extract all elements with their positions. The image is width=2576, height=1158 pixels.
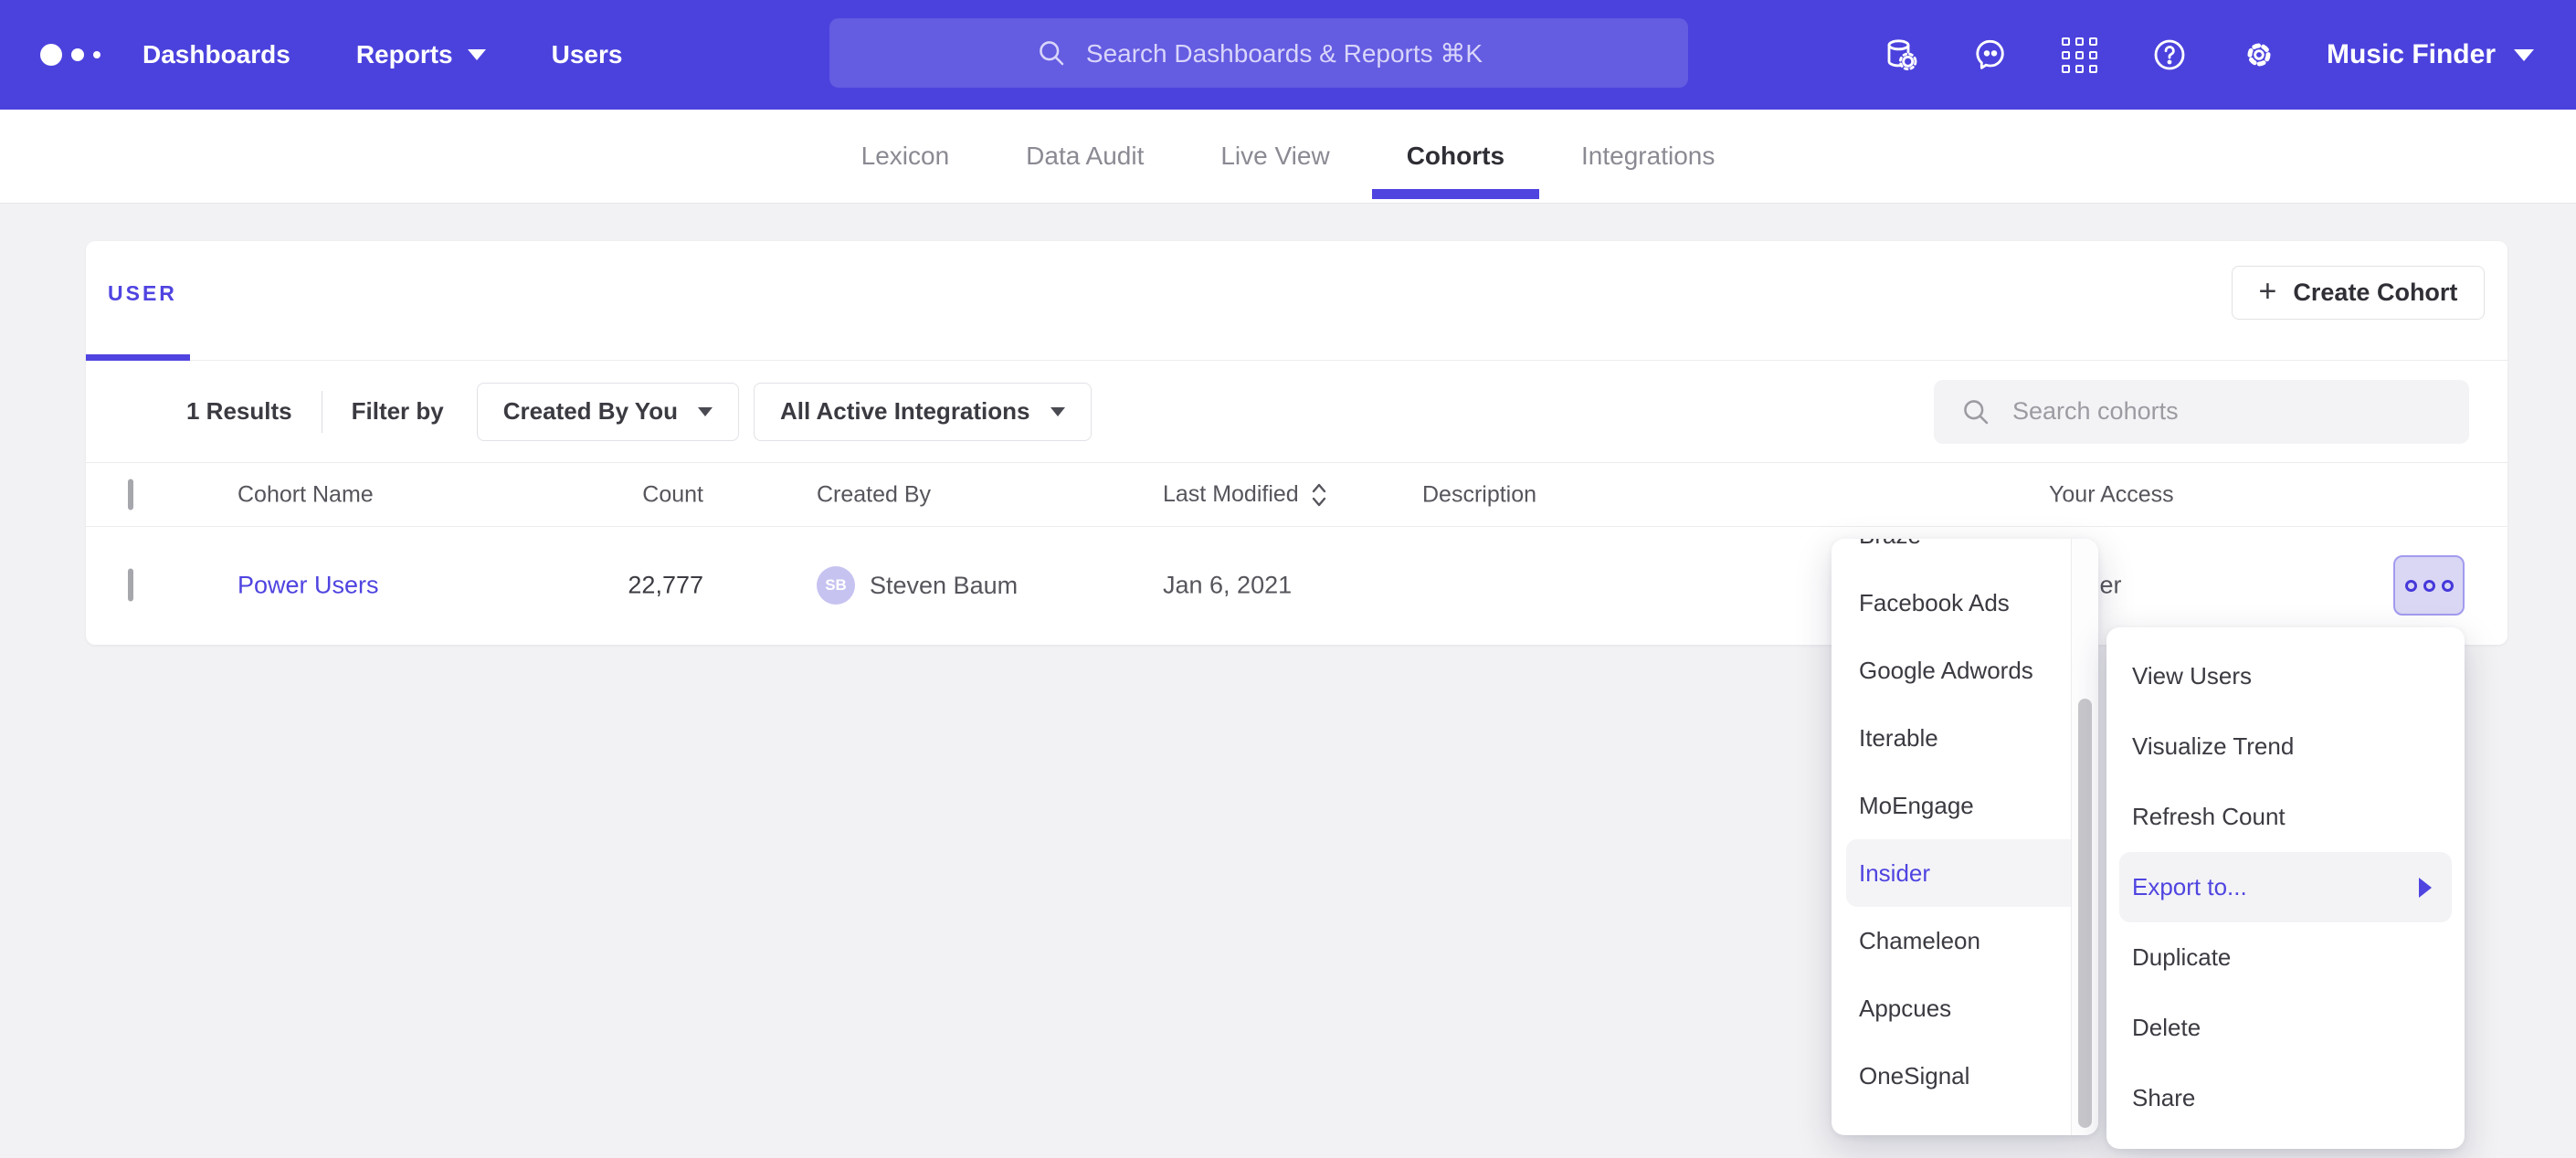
nav-item-label: Users xyxy=(552,40,623,69)
create-cohort-button[interactable]: + Create Cohort xyxy=(2232,266,2485,320)
cohort-count: 22,777 xyxy=(451,572,703,600)
column-header-label: Last Modified xyxy=(1163,481,1299,508)
submenu-scrollbar-track[interactable] xyxy=(2071,539,2098,1135)
table-header-row: Cohort Name Count Created By Last Modifi… xyxy=(86,463,2507,527)
tab-live-view[interactable]: Live View xyxy=(1184,110,1366,203)
nav-item-label: Dashboards xyxy=(143,40,290,69)
last-modified-value: Jan 6, 2021 xyxy=(1163,572,1292,600)
active-tab-underline xyxy=(1372,189,1539,199)
project-name: Music Finder xyxy=(2327,39,2496,70)
menu-item-duplicate[interactable]: Duplicate xyxy=(2106,922,2465,993)
apps-grid-icon[interactable] xyxy=(2058,33,2102,77)
tab-data-audit[interactable]: Data Audit xyxy=(989,110,1180,203)
cohorts-card: USER + Create Cohort 1 Results Filter by… xyxy=(86,241,2507,645)
submenu-item-facebook-ads[interactable]: Facebook Ads xyxy=(1832,569,2098,637)
tab-label: Cohorts xyxy=(1407,142,1504,171)
more-options-button[interactable] xyxy=(2393,555,2465,616)
nav-item-reports[interactable]: Reports xyxy=(356,40,486,69)
dropdown-label: All Active Integrations xyxy=(780,397,1030,426)
tab-label: Data Audit xyxy=(1026,142,1144,171)
chevron-down-icon xyxy=(698,407,713,416)
created-by-cell: SB Steven Baum xyxy=(817,566,1018,605)
chevron-down-icon xyxy=(468,49,486,60)
user-type-tab-label: USER xyxy=(108,281,177,305)
tab-label: Live View xyxy=(1220,142,1329,171)
submenu-scrollbar-thumb[interactable] xyxy=(2078,699,2092,1128)
search-icon xyxy=(1035,37,1068,69)
plus-icon: + xyxy=(2259,276,2277,307)
submenu-item-braze[interactable]: Braze xyxy=(1832,539,2098,569)
column-header-created-by[interactable]: Created By xyxy=(817,481,931,508)
tab-label: Lexicon xyxy=(861,142,950,171)
menu-item-export-to[interactable]: Export to... xyxy=(2119,852,2452,922)
submenu-item-appcues[interactable]: Appcues xyxy=(1832,974,2098,1042)
column-header-your-access[interactable]: Your Access xyxy=(2049,481,2174,508)
tab-cohorts[interactable]: Cohorts xyxy=(1370,110,1541,203)
sort-icon[interactable] xyxy=(1310,480,1328,510)
user-type-tab[interactable]: USER xyxy=(108,281,177,306)
menu-item-label: Export to... xyxy=(2132,873,2247,901)
dropdown-label: Created By You xyxy=(503,397,678,426)
tab-lexicon[interactable]: Lexicon xyxy=(825,110,987,203)
navbar-right: Music Finder xyxy=(1879,0,2576,110)
main-nav: Dashboards Reports Users xyxy=(143,40,622,69)
menu-item-visualize-trend[interactable]: Visualize Trend xyxy=(2106,711,2465,782)
filter-row: 1 Results Filter by Created By You All A… xyxy=(86,361,2507,463)
tab-integrations[interactable]: Integrations xyxy=(1545,110,1751,203)
ellipsis-icon xyxy=(2405,580,2417,592)
submenu-item-moengage[interactable]: MoEngage xyxy=(1832,772,2098,839)
nav-item-users[interactable]: Users xyxy=(552,40,623,69)
submenu-item-chameleon[interactable]: Chameleon xyxy=(1832,907,2098,974)
submenu-item-iterable[interactable]: Iterable xyxy=(1832,704,2098,772)
nav-item-dashboards[interactable]: Dashboards xyxy=(143,40,290,69)
row-checkbox[interactable] xyxy=(128,569,133,602)
cohorts-card-header: USER + Create Cohort xyxy=(86,241,2507,361)
settings-gear-icon[interactable] xyxy=(2237,33,2281,77)
cohorts-page: Dashboards Reports Users Search Dashboar… xyxy=(0,0,2576,1158)
integrations-filter-dropdown[interactable]: All Active Integrations xyxy=(754,383,1092,441)
menu-item-delete[interactable]: Delete xyxy=(2106,993,2465,1063)
project-switcher[interactable]: Music Finder xyxy=(2327,39,2534,70)
creator-name: Steven Baum xyxy=(870,572,1018,600)
select-all-checkbox[interactable] xyxy=(128,479,133,510)
top-navbar: Dashboards Reports Users Search Dashboar… xyxy=(0,0,2576,110)
results-count: 1 Results xyxy=(186,397,292,426)
feedback-icon[interactable] xyxy=(1969,33,2012,77)
global-search-placeholder: Search Dashboards & Reports ⌘K xyxy=(1086,38,1483,68)
submenu-arrow-icon xyxy=(2419,878,2432,898)
table-row: Power Users 22,777 SB Steven Baum Jan 6,… xyxy=(86,527,2507,644)
column-header-last-modified[interactable]: Last Modified xyxy=(1163,480,1328,510)
mixpanel-logo-icon[interactable] xyxy=(40,44,121,66)
search-cohorts-input[interactable]: Search cohorts xyxy=(1934,380,2469,444)
section-tabbar: Lexicon Data Audit Live View Cohorts Int… xyxy=(0,110,2576,204)
chevron-down-icon xyxy=(1050,407,1065,416)
column-header-cohort-name[interactable]: Cohort Name xyxy=(238,481,374,508)
column-header-description[interactable]: Description xyxy=(1422,481,1536,508)
menu-item-view-users[interactable]: View Users xyxy=(2106,641,2465,711)
menu-item-share[interactable]: Share xyxy=(2106,1063,2465,1133)
filter-by-label: Filter by xyxy=(352,397,444,426)
global-search-input[interactable]: Search Dashboards & Reports ⌘K xyxy=(829,18,1688,88)
created-by-filter-dropdown[interactable]: Created By You xyxy=(477,383,739,441)
submenu-item-google-adwords[interactable]: Google Adwords xyxy=(1832,637,2098,704)
cohort-name-link[interactable]: Power Users xyxy=(238,572,379,600)
chevron-down-icon xyxy=(2514,49,2534,61)
help-icon[interactable] xyxy=(2148,33,2191,77)
menu-item-refresh-count[interactable]: Refresh Count xyxy=(2106,782,2465,852)
search-icon xyxy=(1959,395,1992,428)
tab-label: Integrations xyxy=(1581,142,1715,171)
submenu-item-insider[interactable]: Insider xyxy=(1846,839,2084,907)
nav-item-label: Reports xyxy=(356,40,453,69)
search-cohorts-placeholder: Search cohorts xyxy=(2012,397,2179,426)
submenu-item-onesignal[interactable]: OneSignal xyxy=(1832,1042,2098,1110)
export-to-submenu: Braze Facebook Ads Google Adwords Iterab… xyxy=(1832,539,2098,1135)
create-cohort-label: Create Cohort xyxy=(2293,279,2457,307)
row-context-menu: View Users Visualize Trend Refresh Count… xyxy=(2106,627,2465,1149)
user-tab-underline xyxy=(86,354,190,361)
data-pipeline-icon[interactable] xyxy=(1879,33,1923,77)
avatar: SB xyxy=(817,566,855,605)
column-header-count[interactable]: Count xyxy=(451,481,703,508)
